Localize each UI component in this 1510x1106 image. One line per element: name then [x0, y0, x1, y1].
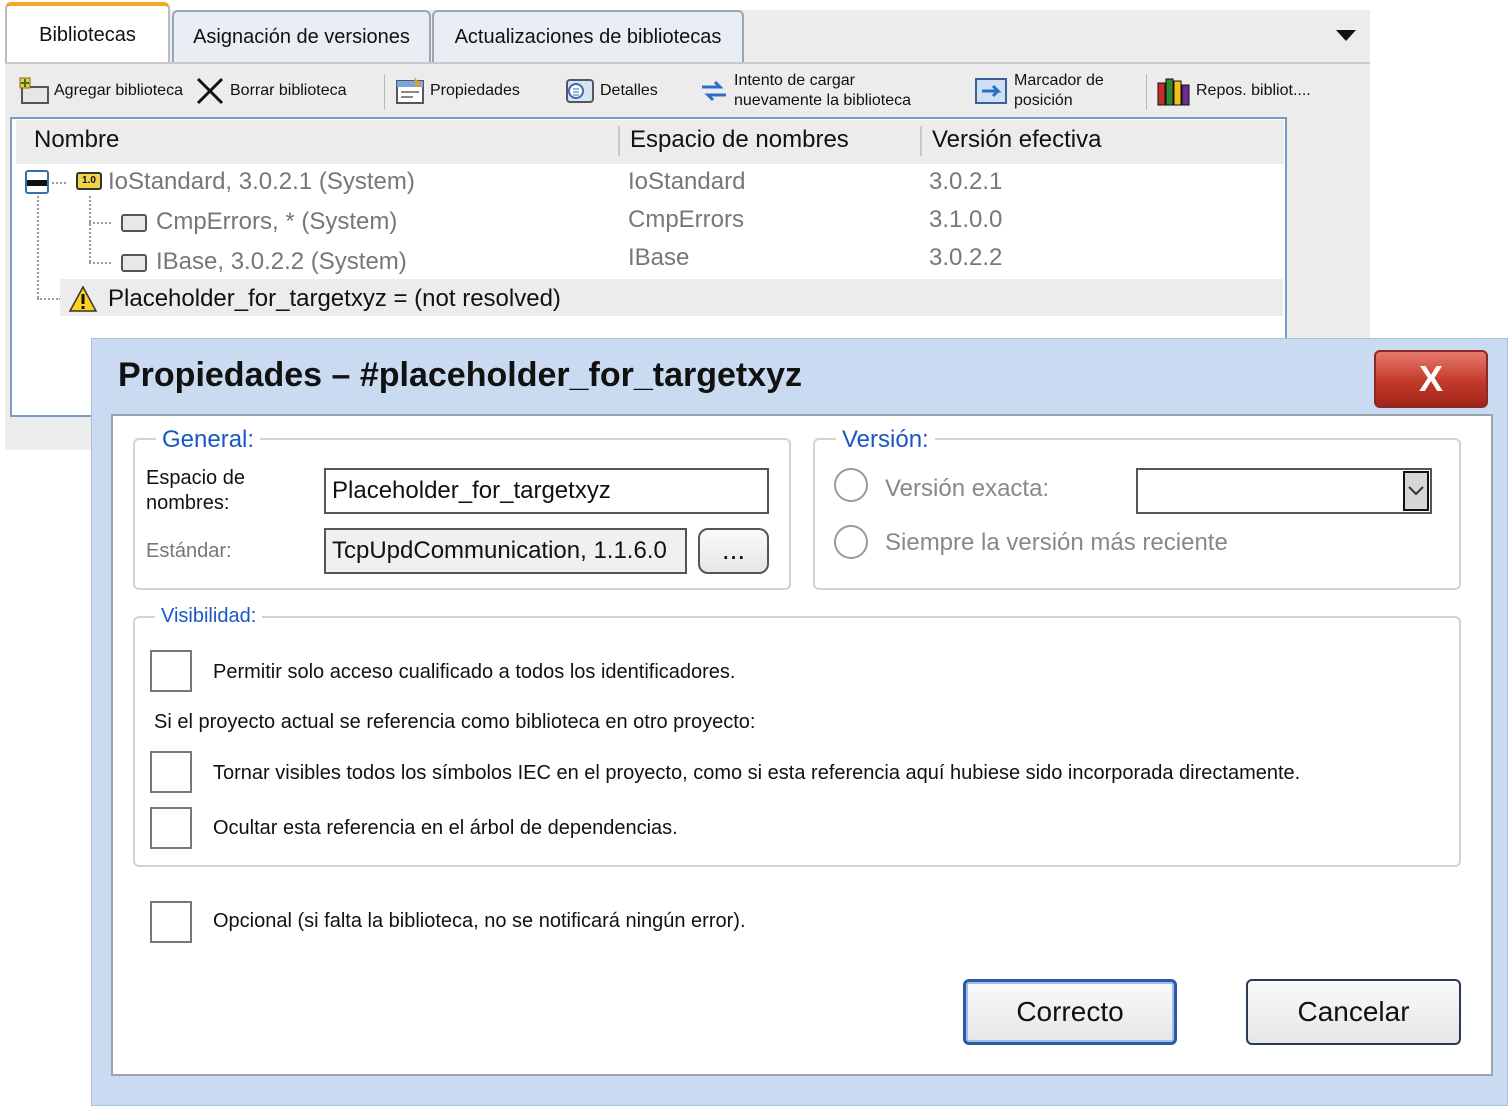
version-legend: Versión:: [836, 426, 935, 454]
standard-library-field[interactable]: TcpUpdCommunication, 1.1.6.0: [324, 528, 687, 574]
column-separator[interactable]: [618, 126, 620, 156]
properties-button[interactable]: Propiedades: [394, 68, 520, 114]
column-header-name[interactable]: Nombre: [34, 126, 119, 154]
standard-label: Estándar:: [146, 540, 232, 562]
warning-icon: [68, 285, 98, 313]
column-header-effective-version[interactable]: Versión efectiva: [932, 126, 1101, 154]
tree-row-namespace: IBase: [628, 244, 690, 271]
cancel-label: Cancelar: [1297, 996, 1410, 1027]
tree-connector: [52, 182, 66, 184]
tab-library-updates[interactable]: Actualizaciones de bibliotecas: [432, 10, 744, 62]
tree-row-name[interactable]: IBase, 3.0.2.2 (System): [156, 248, 407, 276]
exact-version-select[interactable]: [1136, 468, 1432, 514]
tree-row-namespace: CmpErrors: [628, 206, 745, 233]
delete-library-button[interactable]: Borrar biblioteca: [194, 68, 347, 114]
make-visible-checkbox[interactable]: [150, 751, 192, 793]
tree-connector: [37, 196, 39, 298]
column-separator[interactable]: [920, 126, 922, 156]
tree-row-namespace: IoStandard: [628, 168, 746, 195]
library-repository-button[interactable]: Repos. bibliot....: [1156, 68, 1311, 114]
general-legend: General:: [156, 426, 261, 454]
namespace-label: Espacio de nombres:: [146, 466, 245, 516]
reload-label-line1: Intento de cargar: [734, 72, 855, 89]
tab-bibliotecas[interactable]: Bibliotecas: [5, 2, 170, 64]
tab-label: Bibliotecas: [39, 23, 136, 46]
visibility-legend: Visibilidad:: [155, 605, 263, 628]
tree-row-version: 3.0.2.1: [929, 168, 1003, 195]
library-icon: [121, 254, 147, 272]
collapse-toggle-icon[interactable]: [25, 170, 49, 194]
standard-library-value: TcpUpdCommunication, 1.1.6.0: [332, 537, 667, 564]
tree-row-version: 3.1.0.0: [929, 206, 1003, 233]
placeholder-label-line2: posición: [1014, 92, 1073, 109]
reference-note: Si el proyecto actual se referencia como…: [154, 711, 756, 733]
tree-connector: [89, 196, 91, 262]
dialog-title: Propiedades – #placeholder_for_targetxyz: [118, 356, 803, 394]
cancel-button[interactable]: Cancelar: [1246, 979, 1461, 1045]
optional-label: Opcional (si falta la biblioteca, no se …: [213, 910, 746, 932]
qualified-access-label: Permitir solo acceso cualificado a todos…: [213, 661, 736, 683]
ok-button[interactable]: Correcto: [963, 979, 1177, 1045]
tree-row-name[interactable]: CmpErrors, * (System): [156, 208, 397, 236]
namespace-input[interactable]: Placeholder_for_targetxyz: [324, 468, 769, 514]
library-icon: [121, 214, 147, 232]
close-button[interactable]: X: [1374, 350, 1488, 408]
ok-label: Correcto: [1016, 996, 1124, 1027]
add-library-label: Agregar biblioteca: [54, 82, 183, 99]
chevron-down-icon[interactable]: [1403, 471, 1429, 511]
tab-strip-divider: [5, 62, 1370, 64]
reload-arrows-icon: [698, 75, 730, 107]
latest-version-radio[interactable]: [834, 525, 868, 559]
delete-x-icon: [194, 75, 226, 107]
make-visible-label: Tornar visibles todos los símbolos IEC e…: [213, 762, 1301, 784]
reload-label-line2: nuevamente la biblioteca: [734, 92, 912, 109]
tree-row-version: 3.0.2.2: [929, 244, 1003, 271]
namespace-label-line1: Espacio de: [146, 467, 245, 489]
optional-checkbox[interactable]: [150, 901, 192, 943]
versioned-library-icon: 1.0: [76, 172, 102, 190]
tab-label: Asignación de versiones: [193, 25, 410, 48]
details-icon: [564, 75, 596, 107]
placeholder-label-line1: Marcador de: [1014, 72, 1104, 89]
tree-row-name[interactable]: Placeholder_for_targetxyz = (not resolve…: [108, 285, 561, 313]
hide-reference-label: Ocultar esta referencia en el árbol de d…: [213, 817, 678, 839]
tab-version-assignment[interactable]: Asignación de versiones: [172, 10, 431, 62]
toolbar-separator: [1146, 74, 1147, 110]
tree-connector: [37, 298, 61, 300]
hide-reference-checkbox[interactable]: [150, 807, 192, 849]
tree-row-name[interactable]: IoStandard, 3.0.2.1 (System): [108, 168, 415, 196]
namespace-label-line2: nombres:: [146, 492, 230, 514]
namespace-value: Placeholder_for_targetxyz: [332, 477, 611, 504]
version-group: [813, 438, 1461, 590]
properties-icon: [394, 75, 426, 107]
exact-version-label: Versión exacta:: [885, 475, 1050, 502]
add-library-button[interactable]: Agregar biblioteca: [18, 68, 183, 114]
toolbar-separator: [384, 74, 385, 110]
tab-overflow-arrow-icon[interactable]: [1336, 30, 1356, 41]
tab-label: Actualizaciones de bibliotecas: [454, 25, 722, 48]
reload-library-label: Intento de cargar nuevamente la bibliotec…: [734, 71, 911, 111]
browse-label: ...: [721, 534, 746, 565]
qualified-access-checkbox[interactable]: [150, 650, 192, 692]
column-header-namespace[interactable]: Espacio de nombres: [630, 126, 849, 154]
latest-version-label: Siempre la versión más reciente: [885, 529, 1228, 556]
reload-library-button[interactable]: Intento de cargar nuevamente la bibliotec…: [698, 68, 911, 114]
close-icon: X: [1418, 358, 1443, 399]
delete-library-label: Borrar biblioteca: [230, 82, 347, 99]
properties-label: Propiedades: [430, 82, 520, 99]
details-button[interactable]: Detalles: [564, 68, 658, 114]
books-icon: [1156, 75, 1194, 107]
exact-version-radio[interactable]: [834, 468, 868, 502]
placeholder-button[interactable]: Marcador de posición: [974, 68, 1104, 114]
placeholder-label: Marcador de posición: [1014, 71, 1104, 111]
tree-connector: [89, 222, 111, 224]
add-library-icon: [18, 75, 50, 107]
browse-button[interactable]: ...: [698, 528, 769, 574]
tree-connector: [89, 262, 111, 264]
library-repository-label: Repos. bibliot....: [1196, 82, 1311, 99]
placeholder-icon: [974, 75, 1010, 107]
details-label: Detalles: [600, 82, 658, 99]
